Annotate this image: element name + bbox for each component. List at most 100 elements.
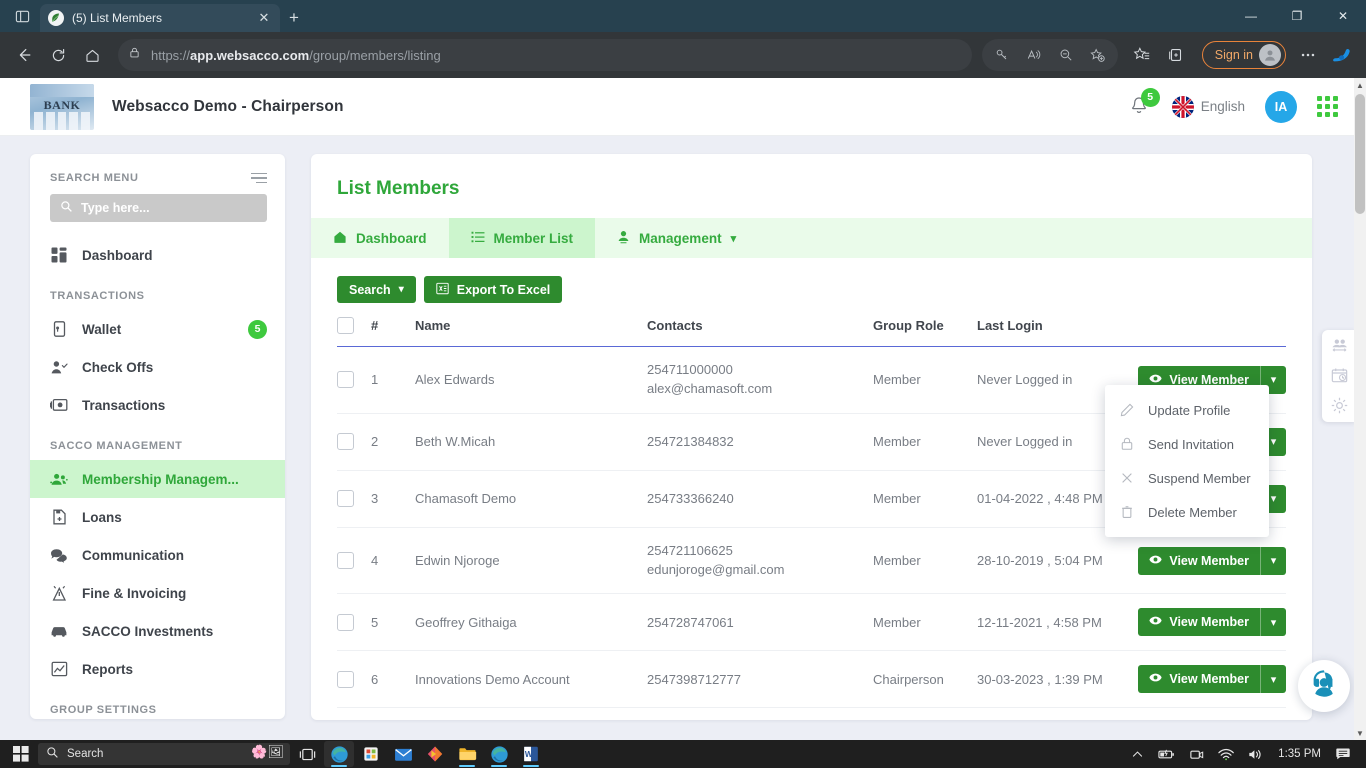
close-icon[interactable]: ✕ [256, 10, 272, 26]
close-window-button[interactable]: ✕ [1320, 0, 1366, 32]
taskbar-app-edge-2[interactable] [484, 741, 514, 767]
language-selector[interactable]: English [1171, 95, 1245, 118]
select-all-checkbox[interactable] [337, 317, 354, 334]
hamburger-icon[interactable] [251, 172, 267, 184]
taskbar-app-mail[interactable] [388, 741, 418, 767]
notifications-icon[interactable] [1330, 741, 1356, 767]
home-icon[interactable] [76, 39, 108, 71]
maximize-button[interactable]: ❐ [1274, 0, 1320, 32]
chevron-down-icon[interactable]: ▾ [1260, 665, 1286, 694]
sidebar-item-wallet[interactable]: Wallet 5 [30, 310, 285, 348]
x-icon [1119, 471, 1134, 485]
view-member-button-group[interactable]: View Member ▾ [1138, 608, 1286, 637]
table-row[interactable]: 6 Innovations Demo Account 2547398712777… [337, 650, 1286, 709]
scrollbar-thumb[interactable] [1355, 94, 1365, 214]
wifi-icon[interactable] [1213, 741, 1239, 767]
tab-management[interactable]: Management ▾ [595, 218, 758, 258]
bing-copilot-icon[interactable] [1326, 39, 1358, 71]
show-hidden-icons-icon[interactable] [1126, 741, 1149, 767]
calendar-clock-rail-icon[interactable] [1331, 367, 1348, 383]
scroll-down-arrow[interactable]: ▼ [1354, 726, 1366, 740]
sidebar-item-transactions[interactable]: Transactions [30, 386, 285, 424]
battery-icon[interactable] [1153, 741, 1180, 767]
sidebar-item-communication[interactable]: Communication [30, 536, 285, 574]
favorites-icon[interactable] [1126, 39, 1158, 71]
clock-time[interactable]: 1:35 PM [1273, 741, 1326, 767]
dropdown-item-update-profile[interactable]: Update Profile [1105, 393, 1269, 427]
key-icon[interactable] [986, 39, 1018, 71]
row-checkbox[interactable] [337, 433, 354, 451]
windows-start-icon[interactable] [6, 746, 36, 762]
taskbar-app-file-explorer[interactable] [452, 741, 482, 767]
minimize-button[interactable]: — [1228, 0, 1274, 32]
scroll-up-arrow[interactable]: ▲ [1354, 78, 1366, 92]
taskbar-search[interactable]: Search 🌸🖼 [38, 743, 290, 765]
row-checkbox[interactable] [337, 613, 354, 631]
camera-icon[interactable] [1184, 741, 1209, 767]
add-favorite-icon[interactable] [1082, 39, 1114, 71]
sidebar-item-label: Membership Managem... [82, 471, 239, 487]
support-chat-button[interactable] [1298, 660, 1350, 712]
more-options-icon[interactable] [1292, 39, 1324, 71]
row-checkbox[interactable] [337, 490, 354, 508]
sidebar-item-reports[interactable]: Reports [30, 650, 285, 688]
dropdown-item-suspend-member[interactable]: Suspend Member [1105, 461, 1269, 495]
cell-group-role: Member [873, 470, 977, 528]
omnibox-actions [981, 39, 1118, 71]
row-checkbox[interactable] [337, 670, 354, 688]
zoom-out-icon[interactable] [1050, 39, 1082, 71]
taskbar-app-word[interactable]: W [516, 741, 546, 767]
sidebar-item-membership-management[interactable]: Membership Managem... [30, 460, 285, 498]
tab-member-list[interactable]: Member List [448, 218, 596, 258]
tab-dashboard[interactable]: Dashboard [311, 218, 449, 258]
chevron-down-icon[interactable]: ▾ [1260, 608, 1286, 637]
gear-rail-icon[interactable] [1331, 397, 1348, 414]
dropdown-item-delete-member[interactable]: Delete Member [1105, 495, 1269, 529]
taskbar-app-edge[interactable] [324, 741, 354, 767]
fine-invoicing-icon [50, 584, 68, 602]
sign-in-button[interactable]: Sign in [1201, 41, 1286, 69]
taskbar-app-store[interactable] [356, 741, 386, 767]
reload-icon[interactable] [42, 39, 74, 71]
dropdown-item-send-invitation[interactable]: Send Invitation [1105, 427, 1269, 461]
bell-icon[interactable]: 5 [1128, 87, 1160, 120]
new-tab-button[interactable]: + [280, 4, 308, 32]
row-checkbox[interactable] [337, 552, 354, 570]
avatar[interactable]: IA [1265, 90, 1297, 123]
search-button[interactable]: Search ▾ [337, 276, 416, 303]
table-row[interactable]: 7 Jane Doe 254711777777 jane@chamasoft.c… [337, 707, 1286, 720]
view-member-button[interactable]: View Member [1138, 547, 1260, 575]
sidebar-item-loans[interactable]: Loans [30, 498, 285, 536]
task-view-icon[interactable] [292, 741, 322, 767]
page-scrollbar[interactable]: ▲ ▼ [1354, 78, 1366, 740]
view-member-button[interactable]: View Member [1138, 608, 1260, 636]
view-member-button-group[interactable]: View Member ▾ [1138, 546, 1286, 575]
sidebar-item-check-offs[interactable]: Check Offs [30, 348, 285, 386]
table-row[interactable]: 5 Geoffrey Githaiga 254728747061 Member … [337, 593, 1286, 652]
tab-list-icon[interactable] [4, 0, 40, 32]
app-grid-icon[interactable] [1317, 96, 1338, 117]
browser-tab[interactable]: (5) List Members ✕ [40, 4, 280, 32]
read-aloud-icon[interactable] [1018, 39, 1050, 71]
chevron-down-icon[interactable]: ▾ [1260, 546, 1286, 575]
member-list-card: List Members Dashboard Member List Manag… [311, 154, 1312, 720]
volume-icon[interactable] [1243, 741, 1269, 767]
tab-label: Dashboard [356, 230, 427, 246]
table-row[interactable]: 4 Edwin Njoroge 254721106625 edunjoroge@… [337, 527, 1286, 595]
view-member-button[interactable]: View Member [1138, 665, 1260, 693]
sidebar-item-sacco-investments[interactable]: SACCO Investments [30, 612, 285, 650]
export-to-excel-button[interactable]: Export To Excel [423, 276, 563, 303]
row-checkbox[interactable] [337, 371, 354, 389]
column-header-contacts: Contacts [647, 317, 873, 347]
back-arrow-icon[interactable] [8, 39, 40, 71]
collections-icon[interactable] [1160, 39, 1192, 71]
sidebar-item-fine-invoicing[interactable]: Fine & Invoicing [30, 574, 285, 612]
view-member-button-group[interactable]: View Member ▾ [1138, 665, 1286, 694]
uk-flag-icon [1171, 95, 1194, 118]
sidebar-item-dashboard[interactable]: Dashboard [30, 236, 285, 274]
address-bar[interactable]: https://app.websacco.com/group/members/l… [118, 39, 972, 71]
members-rail-icon[interactable] [1331, 338, 1348, 353]
search-input[interactable]: Type here... [50, 194, 267, 222]
taskbar-app-office[interactable] [420, 741, 450, 767]
logo-text: BANK [43, 97, 81, 112]
